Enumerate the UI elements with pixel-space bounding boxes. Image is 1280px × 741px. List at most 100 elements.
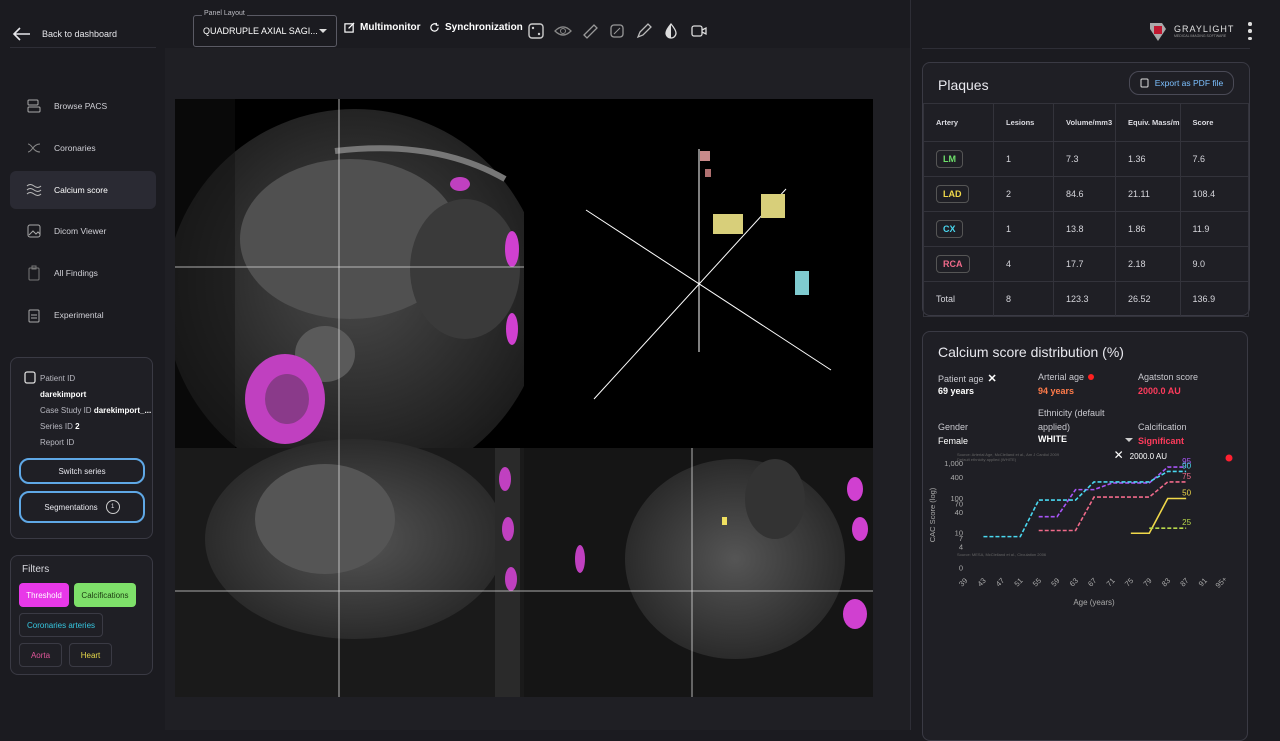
artery-tag: LAD — [936, 185, 969, 203]
nav-item-all-findings[interactable]: All Findings — [10, 254, 156, 292]
panel-layout-label: Panel Layout — [202, 10, 247, 17]
nav-label: Dicom Viewer — [54, 226, 107, 236]
brand-logo: GRAYLIGHT MEDICAL IMAGING SOFTWARE — [1146, 19, 1234, 43]
x-tick-label: 55 — [1031, 576, 1043, 588]
marker-label: 2000.0 AU — [1130, 452, 1168, 461]
plaques-title: Plaques — [938, 77, 989, 93]
cell: 8 — [993, 281, 1054, 317]
x-tick-label: 83 — [1160, 576, 1172, 588]
filter-chip-aorta[interactable]: Aorta — [19, 643, 62, 667]
document-icon — [1140, 78, 1149, 88]
server-icon — [27, 99, 41, 113]
distribution-title: Calcium score distribution (%) — [938, 344, 1124, 360]
table-row[interactable]: RCA 4 17.7 2.18 9.0 — [923, 246, 1250, 282]
nav-item-browse-pacs[interactable]: Browse PACS — [10, 87, 156, 125]
graylight-logo-icon — [1150, 23, 1166, 41]
report-id-label: Report ID — [40, 438, 75, 447]
pen-icon[interactable] — [635, 22, 653, 40]
table-row[interactable]: LM 1 7.3 1.36 7.6 — [923, 141, 1250, 177]
chart-source: Source: MESA, McClelland et al., Circula… — [957, 552, 1047, 557]
cell: Total — [923, 281, 994, 317]
nav-label: Browse PACS — [54, 101, 108, 111]
col-header: Equiv. Mass/m — [1115, 103, 1181, 142]
image-icon — [27, 224, 41, 238]
gender-label: Gender — [938, 422, 969, 432]
nav-item-coronaries[interactable]: Coronaries — [10, 129, 156, 167]
status-dot-icon — [1088, 374, 1095, 380]
caret-down-icon — [319, 29, 327, 33]
filters-panel: Filters Threshold Calcifications Coronar… — [10, 555, 153, 675]
quad-viewport[interactable] — [175, 99, 873, 697]
marker-close-icon: ✕ — [1114, 450, 1124, 462]
agatston-value: 2000.0 AU — [1138, 386, 1181, 396]
x-tick-label: 87 — [1178, 576, 1190, 588]
case-study-label: Case Study ID — [40, 406, 92, 415]
x-tick-label: 91 — [1197, 576, 1209, 588]
series-value: 2 — [75, 422, 80, 431]
col-header: Volume/mm3 — [1053, 103, 1116, 142]
multimonitor-button[interactable]: Multimonitor — [344, 22, 421, 33]
rotate-icon[interactable] — [608, 22, 626, 40]
series-label-75: 75 — [1182, 472, 1191, 481]
panel-layout-value: QUADRUPLE AXIAL SAGI... — [203, 26, 318, 36]
table-row[interactable]: LAD 2 84.6 21.11 108.4 — [923, 176, 1250, 212]
series-line-95 — [1038, 466, 1187, 518]
header-divider — [922, 48, 1250, 49]
cell: 17.7 — [1053, 246, 1116, 282]
calcium-distribution-panel: Calcium score distribution (%) Patient a… — [922, 331, 1248, 741]
clipboard-icon — [24, 371, 36, 384]
ruler-icon[interactable] — [581, 22, 599, 40]
filter-chip-threshold[interactable]: Threshold — [19, 583, 69, 607]
waves-icon — [26, 184, 42, 196]
cell: 9.0 — [1179, 246, 1250, 282]
ethnicity-select[interactable]: WHITE — [1038, 434, 1133, 448]
filter-chip-coronaries-arteries[interactable]: Coronaries arteries — [19, 613, 103, 637]
x-axis-label: Age (years) — [1073, 598, 1115, 607]
camera-icon[interactable] — [690, 22, 708, 40]
y-tick-label: 0 — [959, 564, 963, 573]
series-line-90 — [983, 470, 1187, 538]
more-vertical-icon[interactable] — [1248, 22, 1252, 40]
segmentations-count-badge: 1 — [105, 500, 120, 514]
chip-label: Aorta — [30, 650, 51, 660]
filter-chip-heart[interactable]: Heart — [69, 643, 112, 667]
synchronization-button[interactable]: Synchronization — [429, 22, 523, 33]
patient-info-panel: Patient ID darekimport Case Study ID dar… — [10, 357, 153, 539]
coronal-view — [524, 448, 873, 697]
x-tick-label: 39 — [957, 576, 969, 588]
calcification-label: Calcification — [1138, 422, 1187, 432]
gender-value: Female — [938, 436, 969, 446]
cell: 108.4 — [1179, 176, 1250, 212]
filter-chip-calcifications[interactable]: Calcifications — [74, 583, 136, 607]
cell: 123.3 — [1053, 281, 1116, 317]
switch-series-button[interactable]: Switch series — [19, 458, 145, 484]
cell: 136.9 — [1179, 281, 1250, 317]
arterial-age-label: Arterial age — [1038, 372, 1085, 382]
artery-tag: RCA — [936, 255, 970, 273]
export-pdf-button[interactable]: Export as PDF file — [1129, 71, 1234, 95]
back-to-dashboard-link[interactable]: Back to dashboard — [12, 26, 117, 42]
arrow-left-icon — [12, 27, 30, 41]
ct-image-grid[interactable] — [175, 99, 873, 697]
divider — [10, 47, 156, 48]
nav-item-calcium-score[interactable]: Calcium score — [10, 171, 156, 209]
panel-layout-select[interactable]: Panel Layout QUADRUPLE AXIAL SAGI... — [193, 10, 337, 47]
switch-series-label: Switch series — [58, 466, 106, 476]
calcification-value: Significant — [1138, 436, 1185, 446]
nav-item-dicom-viewer[interactable]: Dicom Viewer — [10, 212, 156, 250]
contrast-drop-icon[interactable] — [662, 22, 680, 40]
nav-label: Experimental — [54, 310, 104, 320]
coronaries-icon — [27, 143, 41, 153]
artery-tag: CX — [936, 220, 963, 238]
segmentations-button[interactable]: Segmentations 1 — [19, 491, 145, 523]
eye-icon[interactable] — [554, 22, 572, 40]
x-tick-label: 79 — [1141, 576, 1153, 588]
x-tick-label: 59 — [1049, 576, 1061, 588]
dice-icon[interactable] — [527, 22, 545, 40]
sync-icon — [430, 22, 439, 32]
brand-name: GRAYLIGHT — [1174, 24, 1235, 34]
table-row[interactable]: CX 1 13.8 1.86 11.9 — [923, 211, 1250, 247]
cell: 26.52 — [1115, 281, 1181, 317]
nav-item-experimental[interactable]: Experimental — [10, 296, 156, 334]
agatston-label: Agatston score — [1138, 372, 1199, 382]
